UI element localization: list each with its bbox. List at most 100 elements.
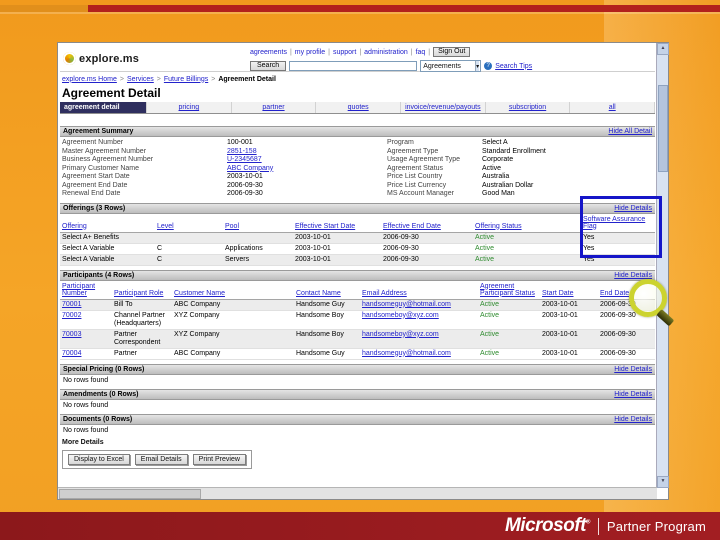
nav-link-2[interactable]: support xyxy=(333,49,356,56)
magnifier-handle xyxy=(656,309,675,327)
column-header-4[interactable]: Effective End Date xyxy=(381,214,473,233)
hide-details-link[interactable]: Hide Details xyxy=(614,272,652,279)
field-label: Agreement Start Date xyxy=(62,173,130,180)
tab-0[interactable]: agreement detail xyxy=(60,102,147,113)
field-value: Australian Dollar xyxy=(482,181,534,189)
no-rows-message: No rows found xyxy=(63,426,109,434)
field-label: Agreement Number xyxy=(62,139,124,146)
horizontal-scrollbar[interactable] xyxy=(58,487,657,499)
column-header-3[interactable]: Effective Start Date xyxy=(293,214,381,233)
search-tips-link[interactable]: Search Tips xyxy=(495,63,532,70)
field-row: Agreement End Date 2006-09-30 xyxy=(62,182,387,191)
data-table: Participant Number Participant Role Custom… xyxy=(60,281,655,360)
cell: 2003-10-01 xyxy=(295,233,331,241)
action-button-0[interactable]: Display to Excel xyxy=(68,453,130,465)
partner-program-label: Partner Program xyxy=(606,518,706,534)
column-header-1[interactable]: Level xyxy=(155,214,223,233)
nav-link-4[interactable]: faq xyxy=(416,49,426,56)
tab-4[interactable]: invoice/revenue/payouts xyxy=(401,102,486,113)
search-scope-value: Agreements xyxy=(423,62,461,70)
column-header-6[interactable]: Start Date xyxy=(540,281,598,300)
column-header-2[interactable]: Pool xyxy=(223,214,293,233)
cell[interactable]: 70001 xyxy=(60,299,112,310)
breadcrumb-item-2[interactable]: Future Billings xyxy=(164,76,208,83)
hide-details-link[interactable]: Hide Details xyxy=(614,391,652,398)
field-row: Agreement Start Date 2003-10-01 xyxy=(62,173,387,182)
nav-link-3[interactable]: administration xyxy=(364,49,408,56)
field-value: Australia xyxy=(482,173,510,180)
field-row: Agreement Status Active xyxy=(387,165,655,174)
nav-link-0[interactable]: agreements xyxy=(250,49,287,56)
column-header-1[interactable]: Participant Role xyxy=(112,281,172,300)
hide-details-link[interactable]: Hide Details xyxy=(614,416,652,423)
cell: Active xyxy=(480,300,500,308)
field-row: Primary Customer Name ABC Company xyxy=(62,165,387,174)
field-label: Master Agreement Number xyxy=(62,147,147,155)
hide-all-detail-link[interactable]: Hide All Detail xyxy=(608,128,652,135)
scroll-up-arrow[interactable]: ▲ xyxy=(657,43,669,55)
action-button-1[interactable]: Email Details xyxy=(134,453,188,465)
field-value[interactable]: U-2345687 xyxy=(227,156,262,165)
field-value: 100-001 xyxy=(227,139,253,146)
section-header: Amendments (0 Rows) Hide Details xyxy=(60,388,655,400)
cell[interactable]: 70004 xyxy=(60,348,112,359)
column-header-0[interactable]: Offering xyxy=(60,214,155,233)
field-label: Usage Agreement Type xyxy=(387,156,461,163)
tab-6[interactable]: all xyxy=(570,102,655,113)
search-button[interactable]: Search xyxy=(250,61,287,71)
cell: XYZ Company xyxy=(174,311,220,319)
search-scope-select[interactable]: Agreements ▾ xyxy=(420,60,482,72)
column-header-2[interactable]: Customer Name xyxy=(172,281,294,300)
section-title: Agreement Summary xyxy=(63,128,134,135)
sign-out-button[interactable]: Sign Out xyxy=(433,47,471,57)
column-header-5[interactable]: Agreement Participant Status xyxy=(478,281,540,300)
cell: Handsome Boy xyxy=(296,330,344,338)
magnifier-icon xyxy=(629,279,675,329)
page-title: Agreement Detail xyxy=(62,86,161,100)
field-value[interactable]: ABC Company xyxy=(227,165,273,174)
explorems-logo: explore.ms xyxy=(63,52,139,65)
tab-2[interactable]: partner xyxy=(231,102,317,113)
table-row: 70004 Partner ABC Company Handsome Guy hands… xyxy=(60,348,655,359)
scroll-down-arrow[interactable]: ▼ xyxy=(657,476,669,488)
breadcrumb-item-3[interactable]: Agreement Detail xyxy=(218,76,276,83)
field-row: Agreement Type Standard Enrollment xyxy=(387,148,655,157)
cell[interactable]: 70002 xyxy=(60,310,112,329)
tab-3[interactable]: quotes xyxy=(316,102,402,113)
field-label: Business Agreement Number xyxy=(62,156,154,163)
vertical-scrollbar[interactable]: ▲ ▼ xyxy=(656,43,669,488)
tab-1[interactable]: pricing xyxy=(147,102,232,113)
cell[interactable]: handsomeboy@xyz.com xyxy=(360,329,478,348)
field-label: Price List Currency xyxy=(387,181,447,189)
cell: Active xyxy=(480,349,500,357)
hide-details-link[interactable]: Hide Details xyxy=(614,366,652,373)
summary-fields: Agreement Number 100-001 Master Agreement … xyxy=(60,137,655,199)
tab-5[interactable]: subscription xyxy=(485,102,571,113)
column-header-3[interactable]: Contact Name xyxy=(294,281,360,300)
section-title: Amendments (0 Rows) xyxy=(63,390,139,398)
slide: { "colors": { "slide_orange": "#f5a527",… xyxy=(0,0,720,540)
nav-link-1[interactable]: my profile xyxy=(295,49,325,56)
cell[interactable]: handsomeguy@hotmail.com xyxy=(360,299,478,310)
cell[interactable]: handsomeboy@xyz.com xyxy=(360,310,478,329)
search-input[interactable] xyxy=(289,61,418,71)
breadcrumb-item-1[interactable]: Services xyxy=(127,76,154,83)
cell: 2006-09-30 xyxy=(383,244,419,252)
section-offerings: Offerings (3 Rows) Hide Details Offering… xyxy=(60,202,655,266)
separator: | xyxy=(410,48,413,56)
column-header-4[interactable]: Email Address xyxy=(360,281,478,300)
footer-divider xyxy=(597,517,599,535)
cell: Bill To xyxy=(114,300,133,308)
field-label: Agreement Status xyxy=(387,164,444,172)
field-value[interactable]: 2851-158 xyxy=(227,148,257,157)
breadcrumb-item-0[interactable]: explore.ms Home xyxy=(62,76,117,83)
hscrollbar-thumb[interactable] xyxy=(59,489,201,499)
action-button-2[interactable]: Print Preview xyxy=(192,453,246,465)
column-header-5[interactable]: Offering Status xyxy=(473,214,581,233)
scrollbar-thumb[interactable] xyxy=(658,85,668,172)
cell[interactable]: 70003 xyxy=(60,329,112,348)
column-header-0[interactable]: Participant Number xyxy=(60,281,112,300)
cell: 2003-10-01 xyxy=(542,300,578,308)
field-label: Renewal End Date xyxy=(62,190,121,197)
cell[interactable]: handsomeguy@hotmail.com xyxy=(360,348,478,359)
